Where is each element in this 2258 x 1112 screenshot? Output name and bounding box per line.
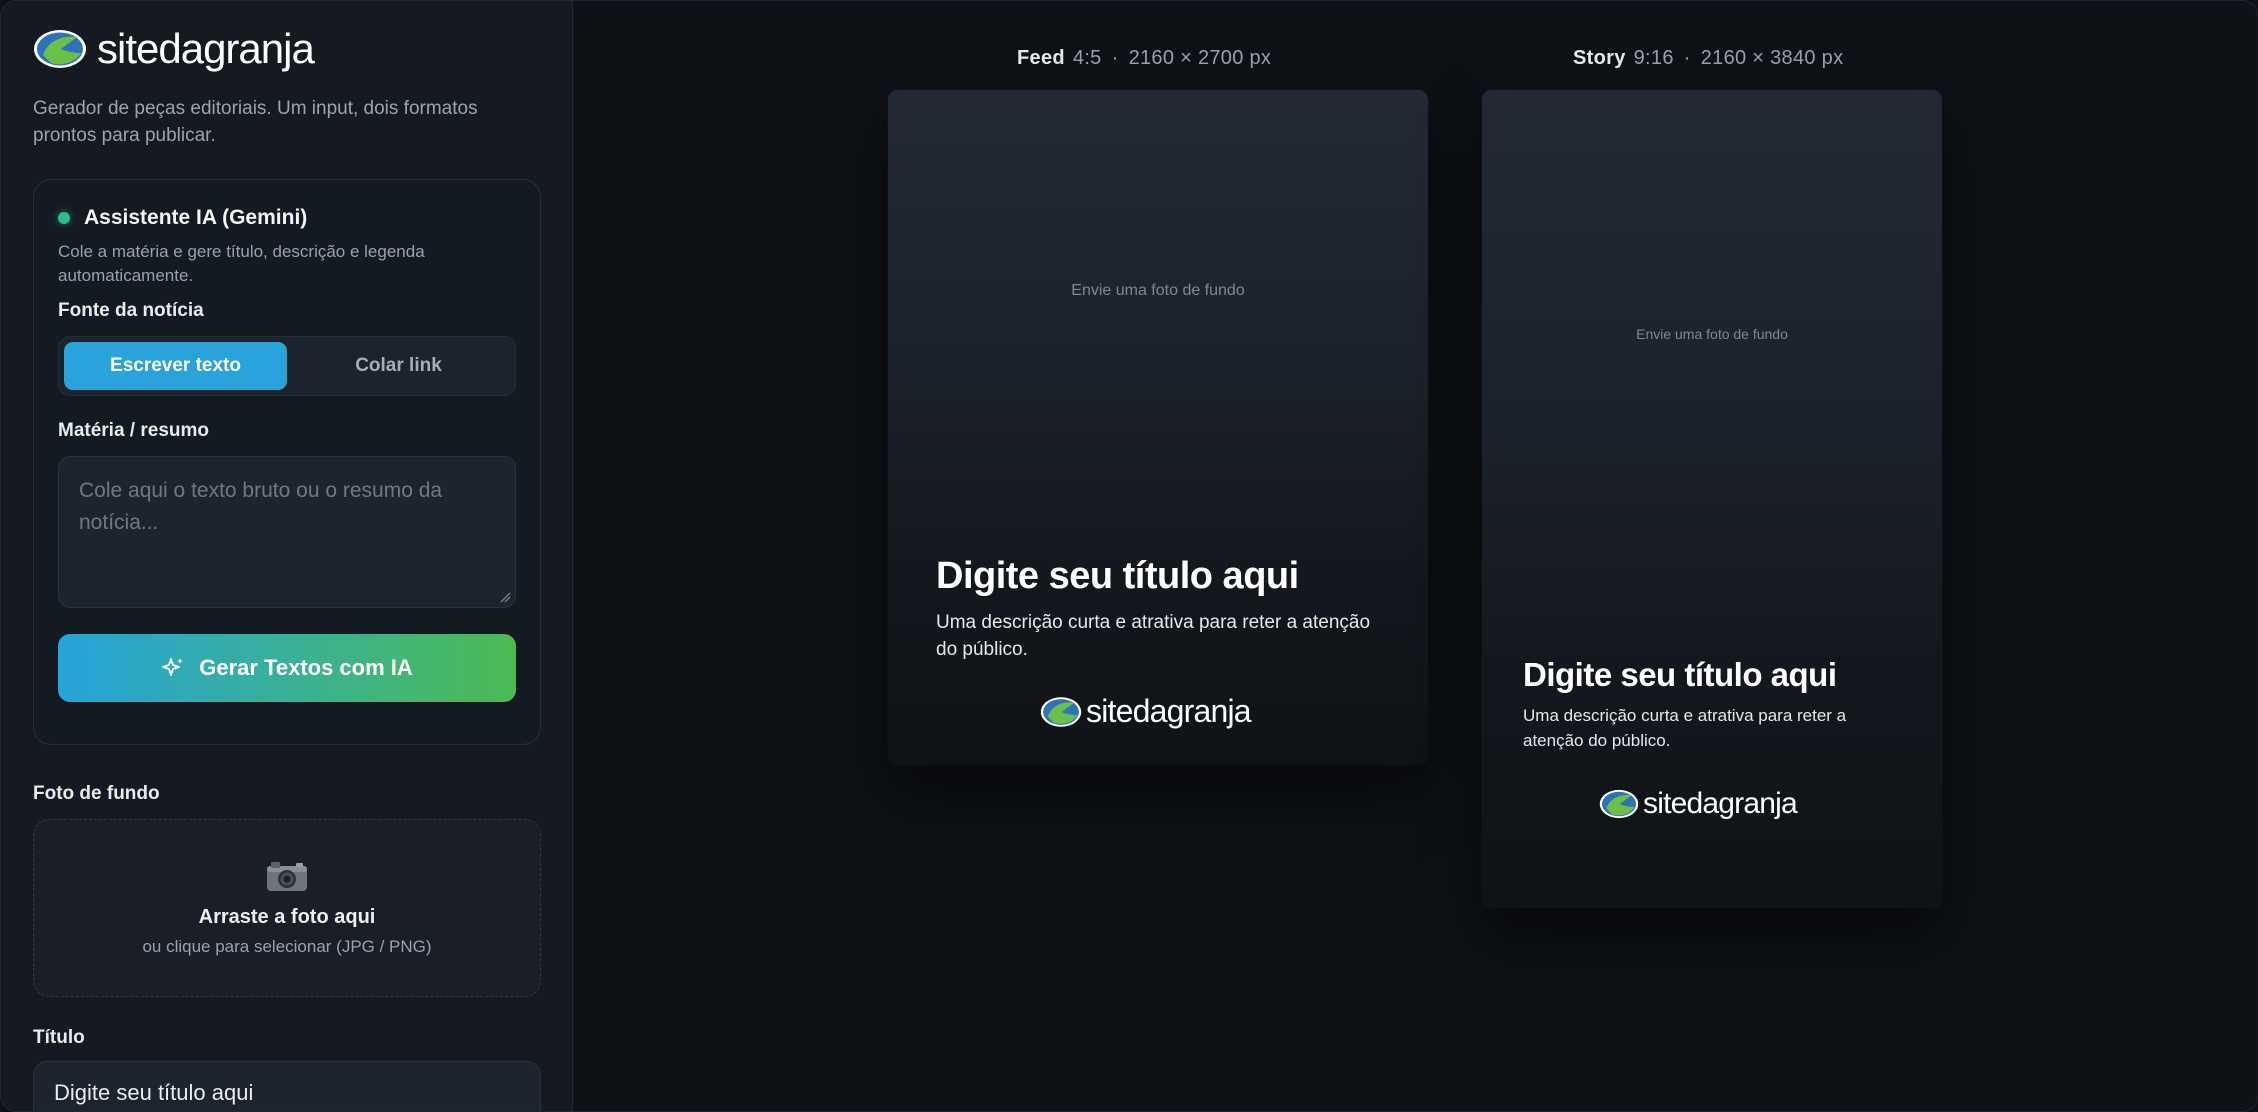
photo-dropzone[interactable]: Arraste a foto aqui ou clique para selec… — [33, 819, 541, 997]
feed-brand-wordmark: sitedagranja — [1086, 693, 1252, 730]
source-option-write-text[interactable]: Escrever texto — [64, 342, 287, 390]
preview-area: Feed 4:5 · 2160 × 2700 px Story 9:16 · 2160 × … — [573, 1, 2257, 1111]
drop-title: Arraste a foto aqui — [198, 906, 376, 928]
app-window: sitedagranja Gerador de peças editoriais… — [0, 0, 2258, 1112]
feed-brand-part2: dagranja — [1132, 693, 1252, 729]
drop-subtitle: ou clique para selecionar (JPG / PNG) — [142, 937, 432, 956]
sidebar: sitedagranja Gerador de peças editoriais… — [1, 1, 573, 1111]
content-label: Matéria / resumo — [58, 420, 209, 441]
tagline: Gerador de peças editoriais. Um input, d… — [33, 98, 478, 146]
generate-ai-label: Gerar Textos com IA — [199, 655, 413, 680]
ai-title: Assistente IA (Gemini) — [84, 206, 308, 229]
ai-header: Assistente IA (Gemini) — [58, 206, 516, 230]
title-label: Título — [33, 1027, 85, 1048]
sitedagranja-logo-icon — [34, 30, 86, 68]
story-title: Digite seu título aqui — [1523, 656, 1837, 693]
sitedagranja-logo-icon — [1599, 789, 1639, 819]
feed-separator: · — [1111, 47, 1119, 69]
ai-assistant-card: Assistente IA (Gemini) Cole a matéria e … — [33, 179, 541, 745]
feed-placeholder: Envie uma foto de fundo — [1071, 282, 1245, 299]
camera-icon — [267, 862, 307, 891]
feed-ratio: 4:5 — [1072, 47, 1102, 69]
feed-name: Feed — [1017, 47, 1065, 69]
story-name: Story — [1573, 47, 1626, 69]
sitedagranja-logo-icon — [1040, 696, 1082, 727]
feed-description: Uma descrição curta e atrativa para rete… — [936, 612, 1371, 660]
story-separator: · — [1683, 47, 1691, 69]
source-option-paste-link[interactable]: Colar link — [287, 342, 510, 390]
status-dot-icon — [58, 212, 70, 224]
story-size: 2160 × 3840 px — [1700, 47, 1844, 69]
brand-part2: dagranja — [158, 25, 314, 72]
source-toggle: Escrever texto Colar link — [58, 336, 516, 396]
feed-title: Digite seu título aqui — [936, 555, 1299, 597]
story-brand-wordmark: sitedagranja — [1643, 787, 1798, 821]
brand-part1: site — [97, 25, 159, 72]
ai-description: Cole a matéria e gere título, descrição … — [58, 242, 425, 285]
resize-handle-icon[interactable] — [499, 591, 511, 603]
feed-brand-part1: site — [1086, 693, 1133, 729]
photo-label: Foto de fundo — [33, 783, 160, 804]
sparkle-icon — [162, 658, 184, 676]
story-ratio: 9:16 — [1633, 47, 1674, 69]
feed-size: 2160 × 2700 px — [1128, 47, 1272, 69]
story-caption: Story 9:16 · 2160 × 3840 px — [1573, 47, 1843, 70]
feed-brand-logo: sitedagranja — [1040, 693, 1252, 730]
story-placeholder: Envie uma foto de fundo — [1636, 326, 1788, 342]
brand-wordmark: sitedagranja — [97, 25, 315, 72]
story-preview-card: Envie uma foto de fundo Digite seu títul… — [1482, 90, 1942, 908]
generate-ai-button[interactable]: Gerar Textos com IA — [58, 634, 516, 702]
feed-caption: Feed 4:5 · 2160 × 2700 px — [1017, 47, 1271, 70]
story-brand-part2: dagranja — [1686, 787, 1798, 820]
title-input[interactable]: Digite seu título aqui — [33, 1061, 541, 1111]
content-placeholder: Cole aqui o texto bruto ou o resumo da n… — [79, 479, 443, 534]
feed-preview-card: Envie uma foto de fundo Digite seu títul… — [888, 90, 1428, 765]
story-description: Uma descrição curta e atrativa para rete… — [1523, 706, 1847, 750]
brand-logo: sitedagranja — [33, 27, 540, 71]
content-textarea[interactable]: Cole aqui o texto bruto ou o resumo da n… — [58, 456, 516, 608]
story-brand-part1: site — [1643, 787, 1687, 820]
source-label: Fonte da notícia — [58, 300, 204, 321]
story-brand-logo: sitedagranja — [1599, 787, 1798, 821]
